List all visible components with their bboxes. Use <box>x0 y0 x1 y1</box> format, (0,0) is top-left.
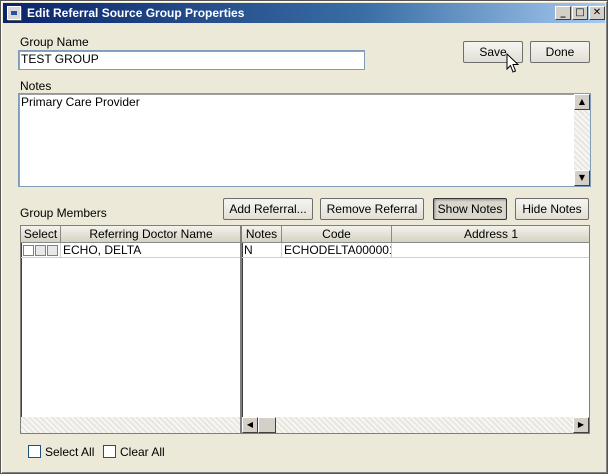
done-button[interactable]: Done <box>530 41 590 63</box>
group-name-label: Group Name <box>20 35 89 49</box>
save-button-label: Save <box>479 45 507 59</box>
scroll-up-icon[interactable]: ▲ <box>574 94 590 110</box>
minimize-button[interactable]: _ <box>555 6 571 20</box>
row-select-cell[interactable] <box>21 243 61 258</box>
mouse-cursor-icon <box>506 53 520 73</box>
show-notes-button[interactable]: Show Notes <box>433 198 507 220</box>
group-members-label: Group Members <box>20 206 107 220</box>
left-grid-hscroll[interactable] <box>21 417 240 433</box>
right-grid-hscroll[interactable]: ◀ ▶ <box>242 417 589 433</box>
scroll-down-icon[interactable]: ▼ <box>574 170 590 186</box>
hscroll-thumb[interactable] <box>258 417 276 433</box>
right-members-grid[interactable]: Notes Code Address 1 N ECHODELTA000001 ◀… <box>241 225 590 434</box>
scroll-right-icon[interactable]: ▶ <box>573 417 589 433</box>
add-referral-button[interactable]: Add Referral... <box>223 198 313 220</box>
column-header-select[interactable]: Select <box>21 226 61 243</box>
maximize-button[interactable]: □ <box>572 6 588 20</box>
group-name-input[interactable]: TEST GROUP <box>18 50 365 70</box>
add-referral-label: Add Referral... <box>229 202 307 216</box>
done-button-label: Done <box>545 45 575 59</box>
row-select-checkbox[interactable] <box>23 245 34 256</box>
dialog-window: Edit Referral Source Group Properties _ … <box>0 0 608 474</box>
scroll-left-icon[interactable]: ◀ <box>242 417 258 433</box>
column-header-doctor-name[interactable]: Referring Doctor Name <box>61 226 240 243</box>
column-header-address1[interactable]: Address 1 <box>392 226 589 243</box>
remove-referral-label: Remove Referral <box>326 202 418 216</box>
window-title: Edit Referral Source Group Properties <box>27 6 245 20</box>
row-select-box-3 <box>47 245 58 256</box>
notes-textarea[interactable]: Primary Care Provider <box>18 93 591 187</box>
row-select-box-2 <box>35 245 46 256</box>
clear-all-checkbox[interactable] <box>103 445 116 458</box>
clear-all-label[interactable]: Clear All <box>120 445 165 459</box>
title-bar[interactable]: Edit Referral Source Group Properties _ … <box>3 3 605 23</box>
address1-cell[interactable] <box>392 243 589 258</box>
column-header-notes[interactable]: Notes <box>242 226 282 243</box>
app-icon <box>7 6 21 20</box>
left-members-grid[interactable]: Select Referring Doctor Name ECHO, DELTA <box>20 225 241 434</box>
show-notes-label: Show Notes <box>437 202 503 216</box>
doctor-name-cell[interactable]: ECHO, DELTA <box>61 243 240 258</box>
notes-vertical-scrollbar[interactable]: ▲ ▼ <box>574 94 590 186</box>
remove-referral-button[interactable]: Remove Referral <box>320 198 424 220</box>
close-button[interactable]: ✕ <box>589 6 605 20</box>
notes-text: Primary Care Provider <box>21 95 140 109</box>
notes-label: Notes <box>20 79 52 93</box>
hide-notes-label: Hide Notes <box>522 202 582 216</box>
select-all-label[interactable]: Select All <box>45 445 94 459</box>
column-header-code[interactable]: Code <box>282 226 392 243</box>
code-cell[interactable]: ECHODELTA000001 <box>282 243 392 258</box>
hide-notes-button[interactable]: Hide Notes <box>515 198 589 220</box>
notes-cell[interactable]: N <box>242 243 282 258</box>
select-all-checkbox[interactable] <box>28 445 41 458</box>
